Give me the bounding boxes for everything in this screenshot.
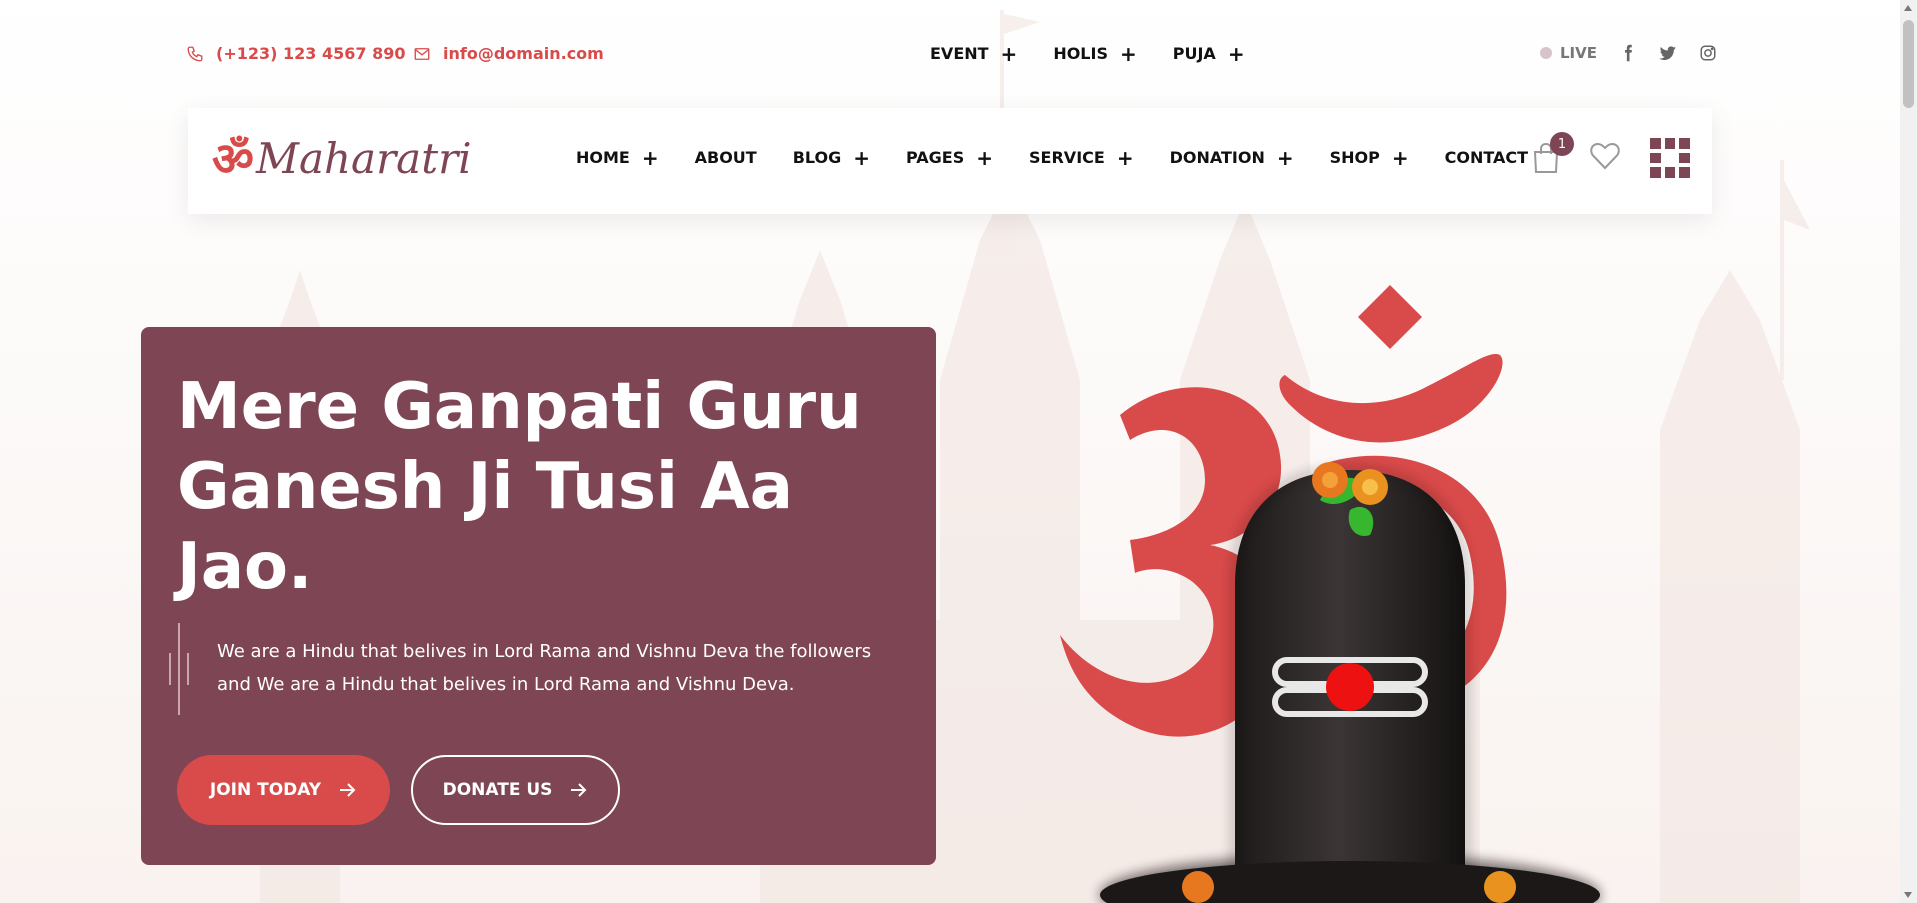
top-menu-item-label: PUJA xyxy=(1172,44,1216,63)
nav-item-label: BLOG xyxy=(792,148,842,167)
nav-item-label: DONATION xyxy=(1169,148,1265,167)
nav-item-shop[interactable]: SHOP + xyxy=(1329,145,1409,170)
om-logo-icon: ॐ xyxy=(212,131,254,186)
donate-us-label: DONATE US xyxy=(442,780,553,800)
top-menu-item-puja[interactable]: PUJA + xyxy=(1172,41,1245,66)
nav-item-label: HOME xyxy=(576,148,630,167)
nav-item-contact[interactable]: CONTACT xyxy=(1445,148,1528,167)
nav-item-label: SHOP xyxy=(1329,148,1380,167)
hero-title: Mere Ganpati Guru Ganesh Ji Tusi Aa Jao. xyxy=(177,370,862,604)
facebook-icon[interactable] xyxy=(1619,44,1637,62)
nav-item-donation[interactable]: DONATION + xyxy=(1169,145,1294,170)
top-bar: (+123) 123 4567 890 info@domain.com EVEN… xyxy=(0,38,1900,72)
nav-item-about[interactable]: ABOUT xyxy=(695,148,757,167)
nav-item-label: ABOUT xyxy=(694,148,757,167)
main-header: ॐ Maharatri HOME + ABOUT BLOG + PAGES + … xyxy=(188,108,1712,214)
cart-count-badge: 1 xyxy=(1550,132,1574,156)
plus-icon: + xyxy=(1391,145,1409,170)
email-address: info@domain.com xyxy=(443,44,604,63)
top-menu: EVENT + HOLIS + PUJA + xyxy=(930,41,1245,66)
wishlist-button[interactable] xyxy=(1590,142,1620,174)
plus-icon: + xyxy=(1119,41,1137,66)
plus-icon: + xyxy=(1227,41,1245,66)
scroll-up-arrow-icon[interactable] xyxy=(1904,5,1912,11)
top-menu-item-event[interactable]: EVENT + xyxy=(930,41,1018,66)
nav-item-home[interactable]: HOME + xyxy=(576,145,659,170)
cart-button[interactable]: 1 xyxy=(1532,132,1574,174)
live-dot-icon xyxy=(1540,47,1552,59)
nav-item-service[interactable]: SERVICE + xyxy=(1029,145,1134,170)
phone-number: (+123) 123 4567 890 xyxy=(216,44,406,63)
nav-item-label: SERVICE xyxy=(1029,148,1105,167)
nav-item-label: PAGES xyxy=(906,148,965,167)
hero-description: We are a Hindu that belives in Lord Rama… xyxy=(217,641,872,695)
donate-us-button[interactable]: DONATE US xyxy=(411,755,620,825)
scroll-down-arrow-icon[interactable] xyxy=(1904,892,1912,898)
nav-item-pages[interactable]: PAGES + xyxy=(906,145,994,170)
arrow-right-icon xyxy=(340,783,356,797)
quote-lines-icon xyxy=(169,623,189,715)
top-menu-item-holis[interactable]: HOLIS + xyxy=(1053,41,1137,66)
plus-icon: + xyxy=(1000,41,1018,66)
page-scrollbar[interactable] xyxy=(1900,0,1917,903)
phone-icon xyxy=(187,46,203,61)
hero-card: Mere Ganpati Guru Ganesh Ji Tusi Aa Jao.… xyxy=(141,327,936,865)
header-actions: 1 xyxy=(1532,132,1690,178)
plus-icon: + xyxy=(641,145,659,170)
join-today-button[interactable]: JOIN TODAY xyxy=(177,755,390,825)
site-logo[interactable]: ॐ Maharatri xyxy=(212,134,472,183)
scrollbar-thumb[interactable] xyxy=(1903,20,1914,108)
join-today-label: JOIN TODAY xyxy=(209,780,322,800)
top-menu-item-label: EVENT xyxy=(930,44,989,63)
twitter-icon[interactable] xyxy=(1659,44,1677,62)
live-indicator[interactable]: LIVE xyxy=(1540,44,1597,62)
top-menu-item-label: HOLIS xyxy=(1053,44,1108,63)
email-contact[interactable]: info@domain.com xyxy=(413,44,604,63)
nav-item-blog[interactable]: BLOG + xyxy=(792,145,871,170)
om-shivling-illustration xyxy=(1060,285,1600,903)
arrow-right-icon xyxy=(571,783,587,797)
heart-icon xyxy=(1590,143,1620,170)
phone-contact[interactable]: (+123) 123 4567 890 xyxy=(186,44,405,63)
plus-icon: + xyxy=(853,145,871,170)
logo-text: Maharatri xyxy=(255,134,472,183)
main-navigation: HOME + ABOUT BLOG + PAGES + SERVICE + DO… xyxy=(576,145,1528,170)
plus-icon: + xyxy=(976,145,994,170)
menu-grid-icon[interactable] xyxy=(1650,138,1690,178)
live-label: LIVE xyxy=(1560,44,1597,62)
social-links: LIVE xyxy=(1540,44,1717,62)
mail-icon xyxy=(414,47,430,60)
plus-icon: + xyxy=(1116,145,1134,170)
nav-item-label: CONTACT xyxy=(1444,148,1529,167)
instagram-icon[interactable] xyxy=(1699,44,1717,62)
plus-icon: + xyxy=(1276,145,1294,170)
